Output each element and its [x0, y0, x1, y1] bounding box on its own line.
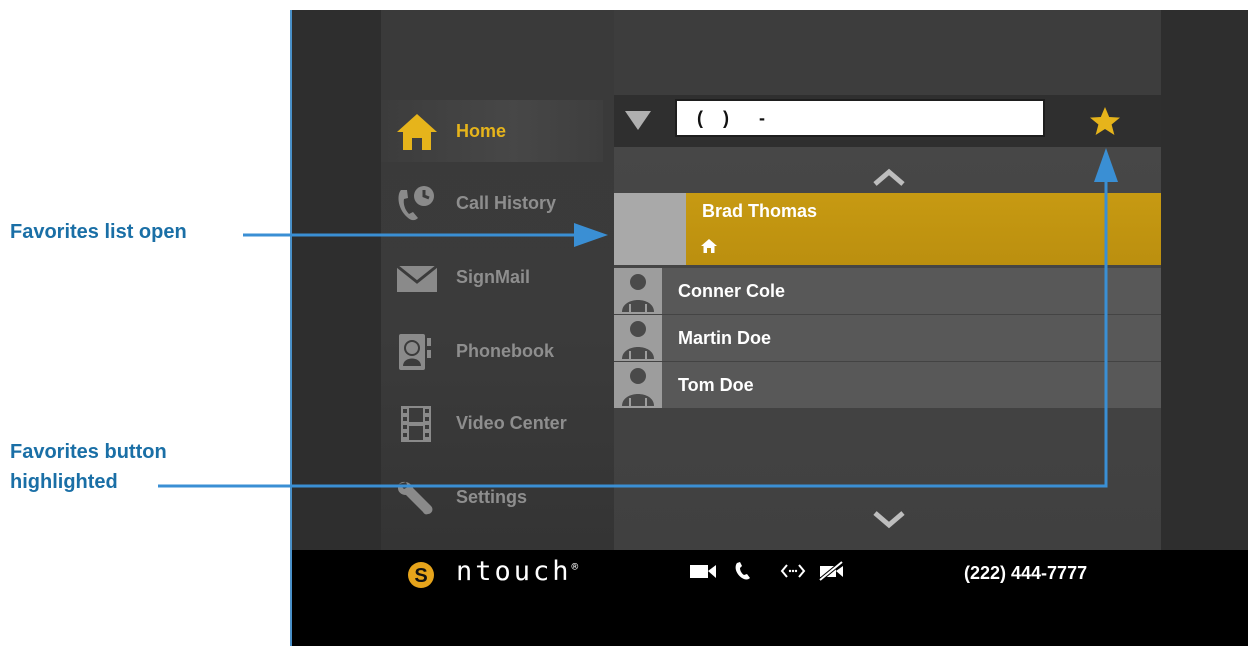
sidebar-item-phonebook[interactable]: Phonebook — [381, 320, 603, 382]
dial-number-field[interactable]: ( ) - — [675, 99, 1045, 137]
star-icon[interactable] — [1087, 104, 1123, 140]
person-icon — [614, 268, 662, 314]
annotation-favorites-button-line1: Favorites button — [10, 441, 167, 463]
contact-name: Conner Cole — [678, 281, 786, 301]
connection-icon — [780, 564, 806, 578]
sidebar-item-settings[interactable]: Settings — [381, 466, 603, 528]
brand-name: ntouch® — [456, 556, 579, 587]
sidebar-item-home[interactable]: Home — [381, 100, 603, 162]
person-icon — [614, 362, 662, 408]
svg-text:S: S — [414, 565, 427, 587]
video-privacy-icon — [818, 561, 844, 581]
sidebar-item-call-history[interactable]: Call History — [381, 172, 603, 234]
call-history-icon — [398, 186, 434, 221]
envelope-icon — [396, 264, 438, 292]
sidebar-item-signmail[interactable]: SignMail — [381, 246, 603, 308]
home-icon — [397, 114, 437, 150]
phonebook-icon — [399, 334, 431, 370]
sidebar-item-label: Phonebook — [456, 341, 554, 361]
sidebar-item-label: Video Center — [456, 413, 567, 433]
home-icon — [701, 239, 717, 253]
list-item-selected[interactable]: Brad Thomas — [614, 193, 1161, 265]
wrench-icon — [397, 481, 433, 515]
film-icon — [401, 406, 431, 442]
sidebar-item-label: Settings — [456, 487, 528, 507]
dropdown-arrow-icon[interactable] — [625, 111, 651, 130]
contact-name: Martin Doe — [678, 328, 772, 348]
annotation-favorites-list: Favorites list open — [10, 221, 187, 243]
sidebar-item-label: Call History — [456, 193, 557, 213]
own-phone-number: (222) 444-7777 — [964, 563, 1088, 583]
list-item[interactable]: Martin Doe — [614, 315, 1161, 361]
annotation-favorites-button-line2: highlighted — [10, 471, 118, 493]
scroll-up-icon[interactable] — [873, 168, 905, 186]
list-item[interactable]: Conner Cole — [614, 268, 1161, 314]
video-camera-icon — [690, 565, 716, 578]
status-bar — [292, 550, 1248, 646]
list-item[interactable]: Tom Doe — [614, 362, 1161, 408]
scroll-down-icon[interactable] — [873, 511, 905, 529]
contact-photo — [614, 193, 686, 265]
phone-icon — [735, 562, 750, 580]
sidebar-item-label: SignMail — [456, 267, 531, 287]
person-icon — [614, 315, 662, 361]
contact-name: Brad Thomas — [702, 201, 818, 221]
contact-name: Tom Doe — [678, 375, 754, 395]
ntouch-logo-icon: S — [408, 562, 434, 588]
sidebar-item-label: Home — [456, 121, 507, 141]
sidebar-item-video-center[interactable]: Video Center — [381, 392, 603, 454]
